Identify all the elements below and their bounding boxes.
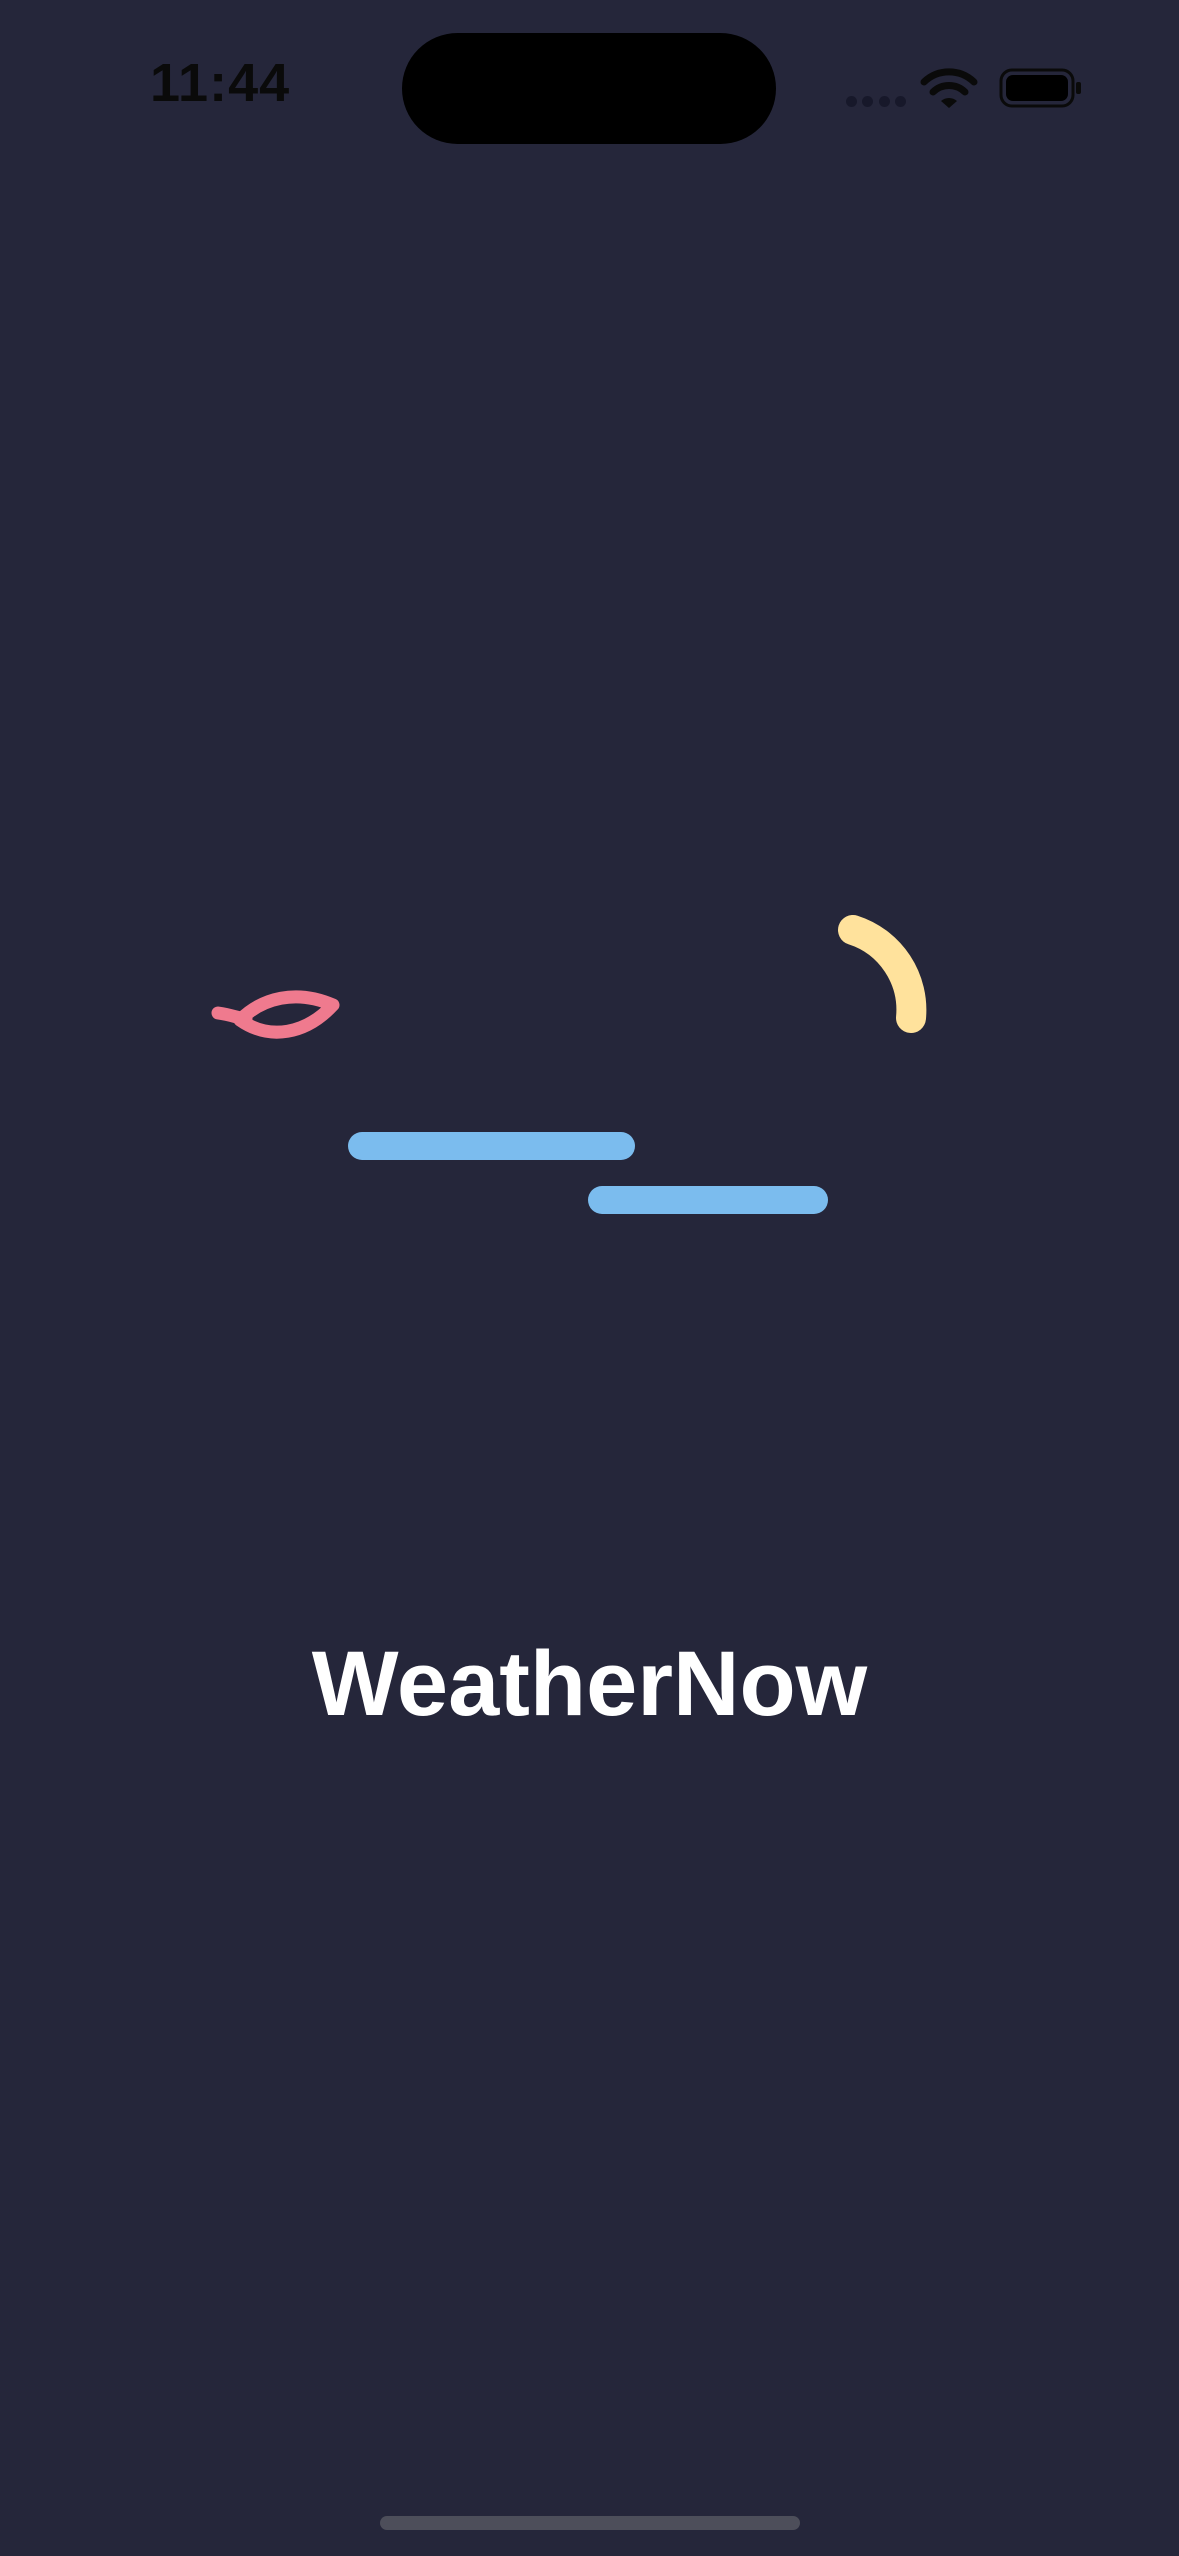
leaf-icon <box>211 990 340 1039</box>
app-title: WeatherNow <box>311 1633 868 1735</box>
wind-line-icon <box>348 1132 828 1214</box>
sun-arc-icon <box>838 915 927 1033</box>
home-indicator[interactable] <box>380 2516 800 2530</box>
weather-animation <box>211 915 927 1214</box>
